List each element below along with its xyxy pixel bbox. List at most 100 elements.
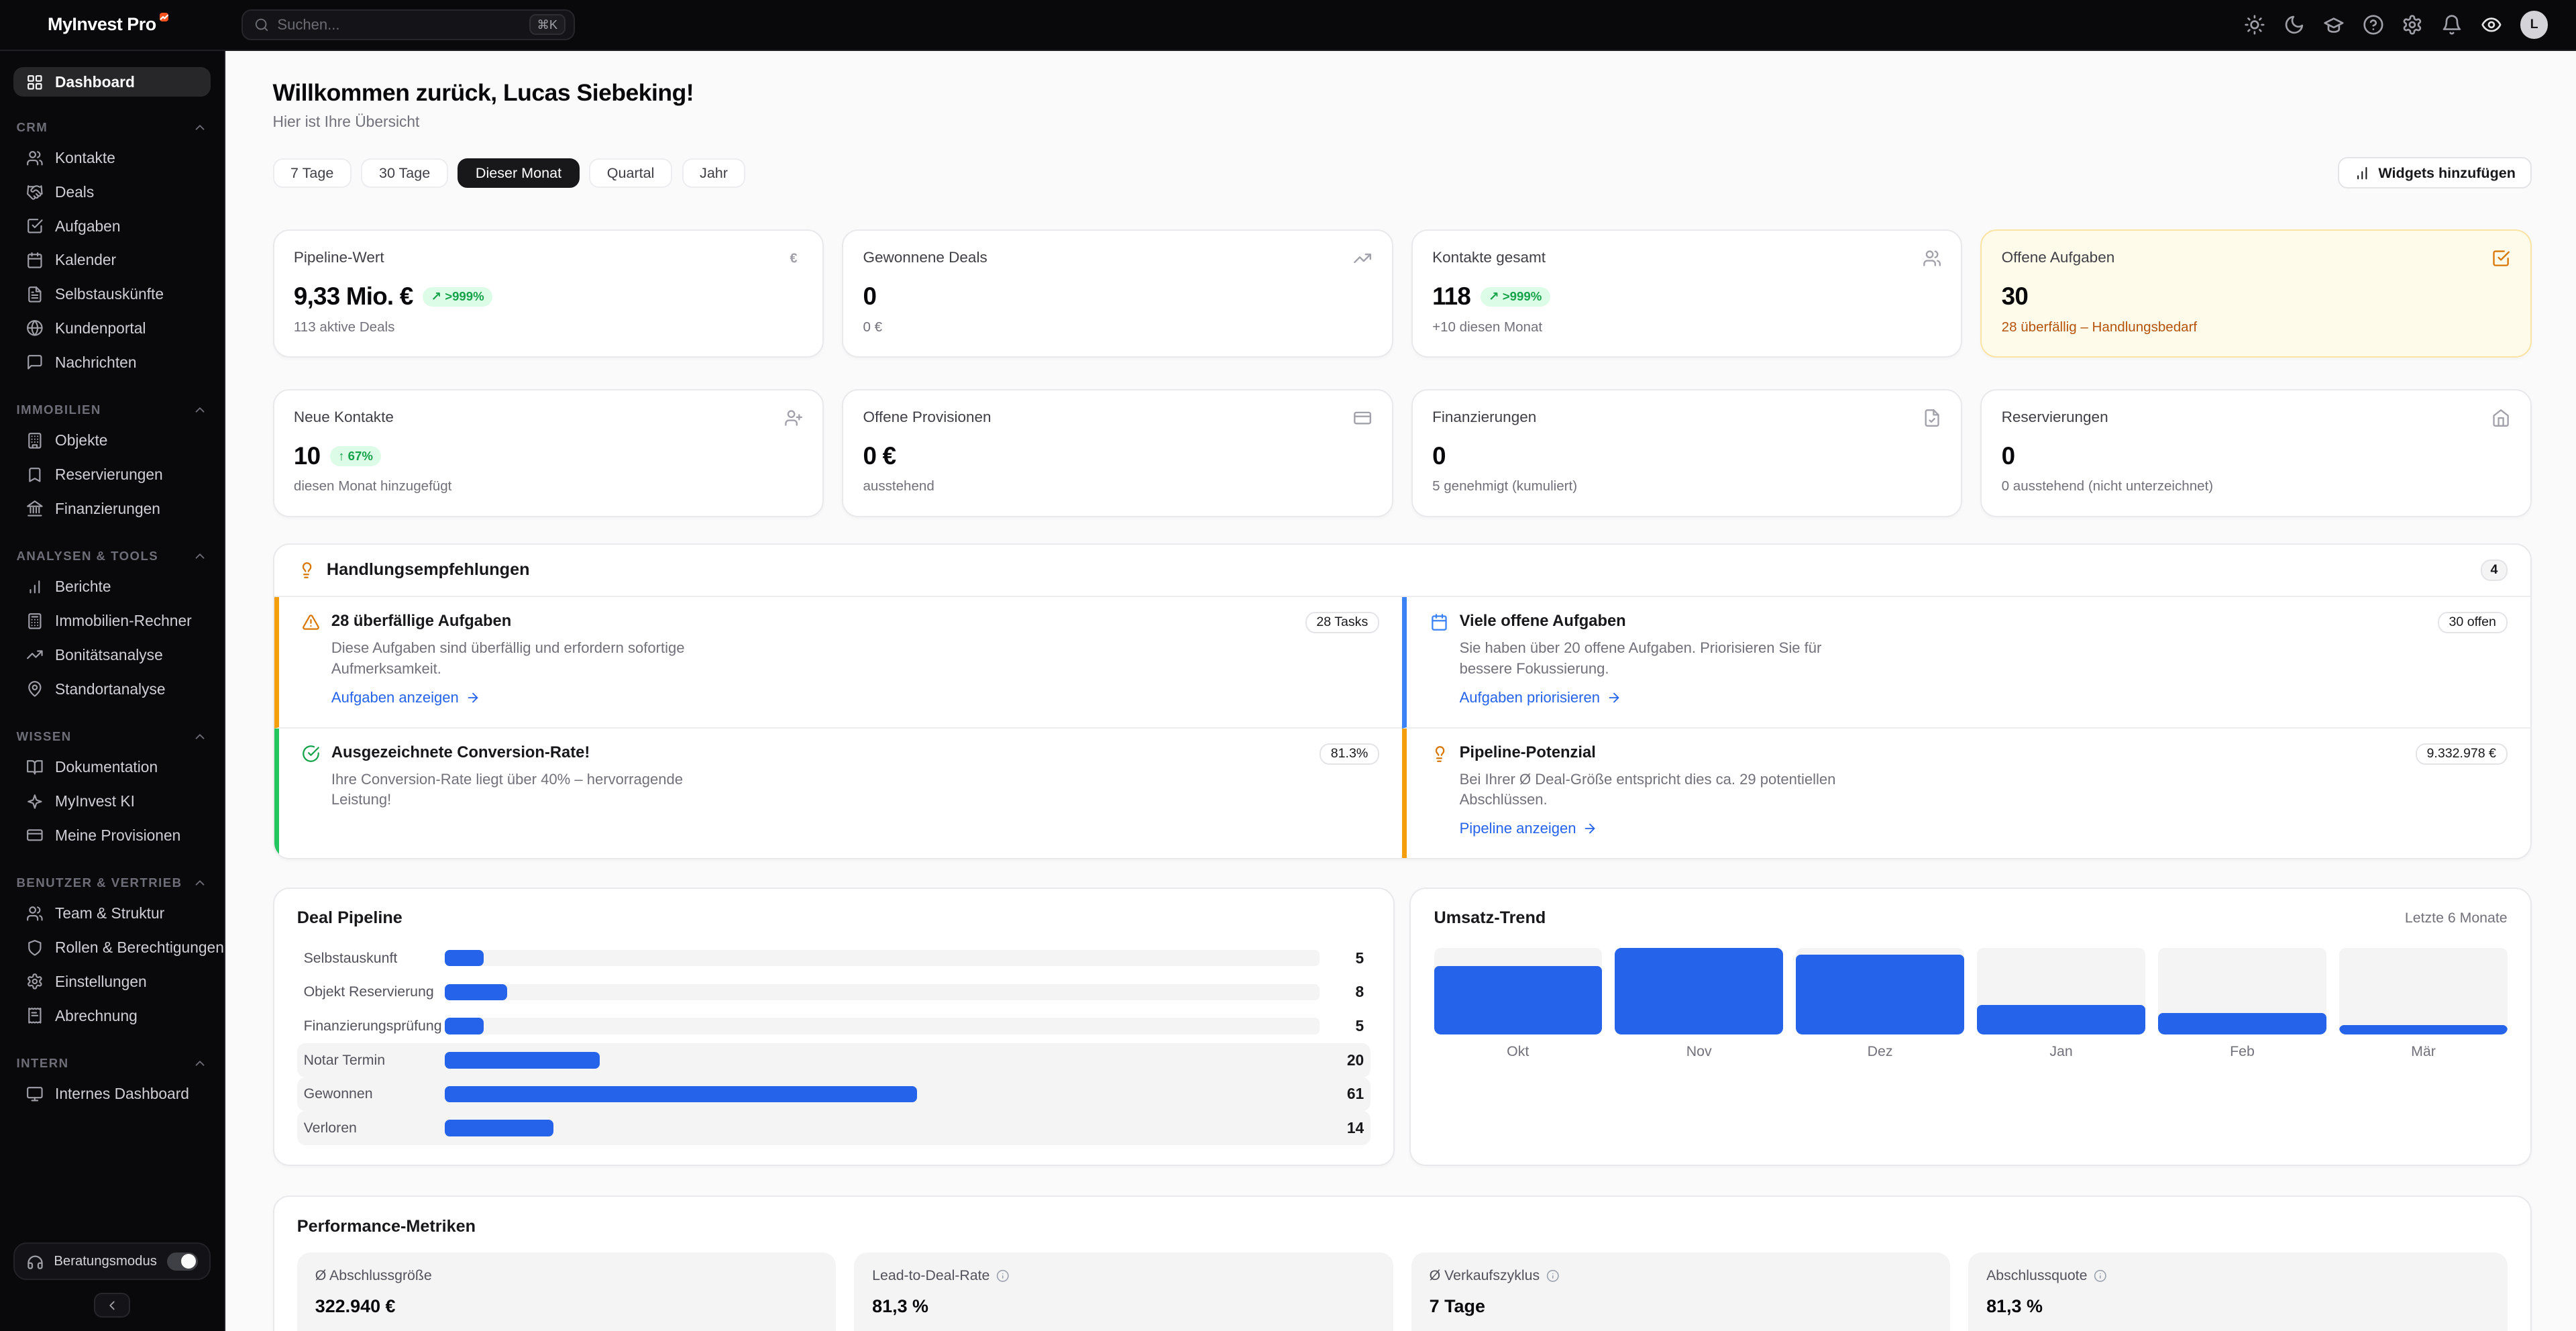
- sidebar-item-immobilien-rechner[interactable]: Immobilien-Rechner: [13, 604, 211, 638]
- search-input[interactable]: [277, 16, 521, 34]
- sidebar-section-header-intern[interactable]: INTERN: [16, 1056, 207, 1071]
- sidebar-item-standortanalyse[interactable]: Standortanalyse: [13, 672, 211, 706]
- metric-value: 322.940 €: [315, 1296, 818, 1317]
- recommendation-link-aufgaben-anzeigen[interactable]: Aufgaben anzeigen: [331, 689, 480, 706]
- tab-jahr[interactable]: Jahr: [682, 158, 746, 188]
- metric-abschlussgroesse: Ø Abschlussgröße322.940 €: [297, 1253, 837, 1330]
- revenue-trend-title: Umsatz-Trend: [1434, 908, 1546, 928]
- sidebar-item-finanzierungen[interactable]: Finanzierungen: [13, 492, 211, 526]
- users-icon: [26, 150, 44, 167]
- bell-icon[interactable]: [2441, 14, 2463, 36]
- sidebar-section-title: ANALYSEN & TOOLS: [16, 549, 158, 564]
- tab-dieser-monat[interactable]: Dieser Monat: [458, 158, 579, 188]
- sidebar-item-dashboard[interactable]: Dashboard: [13, 67, 211, 97]
- sidebar-section-header-benutzer-und-vertrieb[interactable]: BENUTZER & VERTRIEB: [16, 875, 207, 890]
- stat-card-pipeline-wert: Pipeline-Wert€9,33 Mio. €↗ >999%113 akti…: [273, 229, 824, 358]
- pipeline-bar: [445, 950, 483, 966]
- pipeline-stage-label: Gewonnen: [304, 1085, 445, 1102]
- global-search[interactable]: ⌘K: [241, 9, 575, 41]
- sidebar-item-internes-dashboard[interactable]: Internes Dashboard: [13, 1077, 211, 1111]
- sidebar-item-reservierungen[interactable]: Reservierungen: [13, 458, 211, 492]
- recommendation-title: 28 überfällige Aufgaben: [331, 612, 511, 631]
- stat-title: Pipeline-Wert: [294, 249, 384, 266]
- add-widgets-button[interactable]: Widgets hinzufügen: [2338, 157, 2532, 189]
- sidebar-section-header-analysen-und-tools[interactable]: ANALYSEN & TOOLS: [16, 549, 207, 564]
- consulting-mode-toggle[interactable]: [167, 1253, 198, 1271]
- moon-icon[interactable]: [2284, 14, 2305, 36]
- sidebar-item-myinvest-ki[interactable]: MyInvest KI: [13, 784, 211, 818]
- sidebar-item-rollen-und-berechtigungen[interactable]: Rollen & Berechtigungen: [13, 930, 211, 965]
- sidebar-item-kalender[interactable]: Kalender: [13, 244, 211, 278]
- performance-metrics-grid: Ø Abschlussgröße322.940 €Lead-to-Deal-Ra…: [297, 1253, 2508, 1330]
- sidebar-section-header-wissen[interactable]: WISSEN: [16, 729, 207, 744]
- sidebar-item-aufgaben[interactable]: Aufgaben: [13, 209, 211, 244]
- user-plus-icon: [784, 409, 803, 427]
- stat-title: Finanzierungen: [1432, 409, 1536, 426]
- recommendation-link-pipeline-anzeigen[interactable]: Pipeline anzeigen: [1460, 820, 1598, 837]
- sidebar-item-meine-provisionen[interactable]: Meine Provisionen: [13, 818, 211, 853]
- recommendations-grid: 28 überfällige Aufgaben28 TasksDiese Auf…: [274, 596, 2530, 858]
- recommendation-28-ueberfaellige-aufgaben: 28 überfällige Aufgaben28 TasksDiese Auf…: [274, 597, 1403, 729]
- pipeline-bar-track: [445, 984, 1320, 1000]
- pipeline-stage-label: Notar Termin: [304, 1052, 445, 1069]
- stat-value: 9,33 Mio. €: [294, 282, 413, 311]
- recommendation-title: Viele offene Aufgaben: [1460, 612, 1626, 631]
- stat-value: 0: [1432, 442, 1446, 470]
- sidebar-item-label: Rollen & Berechtigungen: [55, 939, 224, 957]
- sidebar-item-deals[interactable]: Deals: [13, 175, 211, 209]
- revenue-bar-okt: [1434, 948, 1602, 1035]
- sidebar-item-label: Internes Dashboard: [55, 1085, 189, 1103]
- sidebar-section-header-crm[interactable]: CRM: [16, 120, 207, 135]
- stat-title: Offene Aufgaben: [2002, 249, 2115, 266]
- sidebar-item-label: Bonitätsanalyse: [55, 646, 163, 664]
- revenue-trend-labels: OktNovDezJanFebMär: [1434, 1043, 2508, 1060]
- pipeline-value: 14: [1320, 1119, 1364, 1137]
- stat-value: 30: [2002, 282, 2028, 311]
- sidebar-item-kontakte[interactable]: Kontakte: [13, 142, 211, 176]
- metric-lead-to-deal-rate: Lead-to-Deal-Rate81,3 %: [854, 1253, 1393, 1330]
- sun-icon[interactable]: [2244, 14, 2265, 36]
- check-circle-icon: [302, 745, 320, 763]
- help-circle-icon[interactable]: [2363, 14, 2384, 36]
- user-avatar[interactable]: L: [2520, 11, 2548, 39]
- sidebar: Dashboard CRM KontakteDealsAufgabenKalende…: [0, 51, 225, 1331]
- recommendation-text: Diese Aufgaben sind überfällig und erfor…: [331, 638, 742, 679]
- chevron-up-icon: [193, 549, 207, 564]
- sidebar-item-team-und-struktur[interactable]: Team & Struktur: [13, 897, 211, 931]
- tab-7-tage[interactable]: 7 Tage: [273, 158, 352, 188]
- sidebar-section-header-immobilien[interactable]: IMMOBILIEN: [16, 403, 207, 417]
- pipeline-value: 61: [1320, 1085, 1364, 1103]
- graduation-cap-icon[interactable]: [2323, 14, 2345, 36]
- sidebar-section-title: BENUTZER & VERTRIEB: [16, 875, 182, 890]
- sidebar-item-nachrichten[interactable]: Nachrichten: [13, 345, 211, 380]
- recommendation-ausgezeichnete-conversion-rate: Ausgezeichnete Conversion-Rate!81.3%Ihre…: [274, 729, 1403, 859]
- info-icon: [2094, 1269, 2107, 1283]
- sidebar-item-dokumentation[interactable]: Dokumentation: [13, 750, 211, 784]
- sidebar-item-bonitaetsanalyse[interactable]: Bonitätsanalyse: [13, 638, 211, 672]
- eye-icon[interactable]: [2481, 14, 2502, 36]
- metric-abschlussquote: Abschlussquote81,3 %: [1968, 1253, 2508, 1330]
- tab-30-tage[interactable]: 30 Tage: [361, 158, 447, 188]
- sidebar-item-objekte[interactable]: Objekte: [13, 423, 211, 458]
- users-icon: [1923, 249, 1941, 268]
- file-check-icon: [1923, 409, 1941, 427]
- tab-quartal[interactable]: Quartal: [589, 158, 672, 188]
- pipeline-value: 5: [1320, 1017, 1364, 1035]
- sidebar-item-kundenportal[interactable]: Kundenportal: [13, 311, 211, 345]
- sidebar-collapse-button[interactable]: [94, 1293, 130, 1318]
- gear-icon[interactable]: [2402, 14, 2423, 36]
- sidebar-item-berichte[interactable]: Berichte: [13, 570, 211, 604]
- revenue-bar-fill: [2158, 1013, 2326, 1034]
- app-logo[interactable]: MyInvest Pro: [48, 14, 168, 35]
- period-tabs: 7 Tage 30 Tage Dieser Monat Quartal Jahr: [273, 158, 746, 188]
- trend-badge: ↑ 67%: [330, 446, 381, 466]
- stat-title: Kontakte gesamt: [1432, 249, 1546, 266]
- pipeline-bar: [445, 1018, 483, 1034]
- app-shell: Dashboard CRM KontakteDealsAufgabenKalende…: [0, 51, 2576, 1331]
- sidebar-item-abrechnung[interactable]: Abrechnung: [13, 999, 211, 1033]
- sidebar-section-benutzer-und-vertrieb: BENUTZER & VERTRIEB Team & StrukturRollen…: [13, 875, 211, 1033]
- recommendation-link-aufgaben-priorisieren[interactable]: Aufgaben priorisieren: [1460, 689, 1621, 706]
- sidebar-item-selbstauskuenfte[interactable]: Selbstauskünfte: [13, 277, 211, 311]
- performance-title: Performance-Metriken: [297, 1217, 2508, 1236]
- sidebar-item-einstellungen[interactable]: Einstellungen: [13, 965, 211, 999]
